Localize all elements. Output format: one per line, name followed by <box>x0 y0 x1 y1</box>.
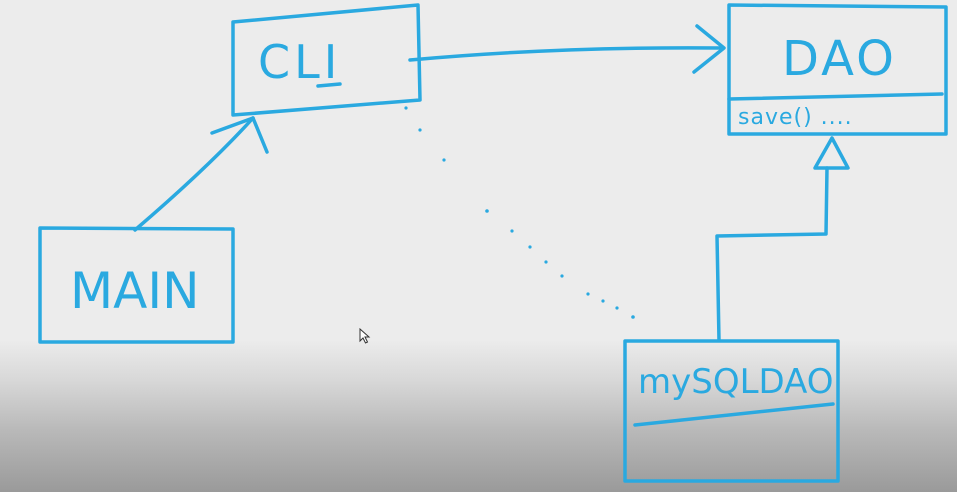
whiteboard: CLI DAO save() .... MAIN mySQLDAO <box>0 0 957 492</box>
mysqldao-divider <box>633 402 835 427</box>
dao-divider <box>727 92 944 101</box>
association-arrow-cli-to-dao <box>408 24 726 74</box>
main-label: MAIN <box>70 262 200 320</box>
diagram-canvas: CLI DAO save() .... MAIN mySQLDAO <box>38 3 948 483</box>
main-class-box: MAIN <box>38 226 235 344</box>
mysqldao-class-box: mySQLDAO <box>623 339 840 483</box>
mouse-cursor-icon <box>359 328 371 344</box>
mysqldao-label: mySQLDAO <box>638 362 834 402</box>
inheritance-arrow-mysqldao-to-dao <box>715 136 850 342</box>
dao-class-box: DAO save() .... <box>727 3 948 136</box>
association-arrow-main-to-cli <box>133 116 269 232</box>
dao-method: save() .... <box>738 105 853 130</box>
cli-class-box: CLI <box>231 3 422 117</box>
dotted-dependency-line <box>404 106 635 319</box>
cli-label: CLI <box>258 35 341 89</box>
cli-underline <box>316 82 342 88</box>
dao-label: DAO <box>782 31 897 87</box>
